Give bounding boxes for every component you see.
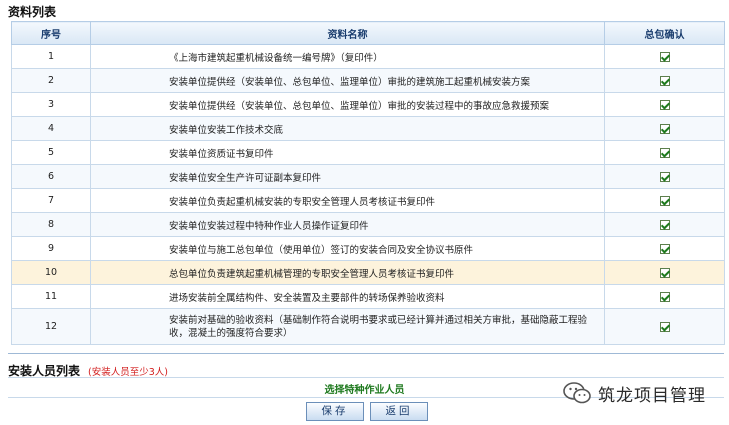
wechat-icon	[563, 382, 591, 404]
table-row: 8 安装单位安装过程中特种作业人员操作证复印件	[11, 212, 725, 237]
section-divider	[8, 353, 724, 354]
row-number: 3	[11, 92, 91, 117]
confirm-checkbox[interactable]	[659, 75, 670, 86]
document-name: 安装单位提供经（安装单位、总包单位、监理单位）审批的建筑施工起重机械安装方案	[90, 68, 605, 93]
table-row: 4 安装单位安装工作技术交底	[11, 116, 725, 141]
confirm-checkbox[interactable]	[659, 51, 670, 62]
documents-table: 序号 资料名称 总包确认 1 《上海市建筑起重机械设备统一编号牌》（复印件） 2…	[11, 21, 725, 345]
confirm-checkbox[interactable]	[659, 291, 670, 302]
table-row: 7 安装单位负责起重机械安装的专职安全管理人员考核证书复印件	[11, 188, 725, 213]
table-row: 5 安装单位资质证书复印件	[11, 140, 725, 165]
column-header-document-name: 资料名称	[90, 21, 605, 45]
column-header-contractor-confirm: 总包确认	[604, 21, 725, 45]
table-row: 9 安装单位与施工总包单位（使用单位）签订的安装合同及安全协议书原件	[11, 236, 725, 261]
document-name: 总包单位负责建筑起重机械管理的专职安全管理人员考核证书复印件	[90, 260, 605, 285]
document-name: 进场安装前全属结构件、安全装置及主要部件的转场保养验收资料	[90, 284, 605, 309]
table-row: 1 《上海市建筑起重机械设备统一编号牌》（复印件）	[11, 44, 725, 69]
installers-min-note: (安装人员至少3人)	[88, 367, 168, 378]
row-number: 7	[11, 188, 91, 213]
documents-section-title: 资料列表	[8, 5, 57, 19]
confirm-checkbox[interactable]	[659, 123, 670, 134]
document-name: 《上海市建筑起重机械设备统一编号牌》（复印件）	[90, 44, 605, 69]
row-number: 8	[11, 212, 91, 237]
row-number: 5	[11, 140, 91, 165]
row-number: 1	[11, 44, 91, 69]
confirm-checkbox[interactable]	[659, 321, 670, 332]
document-name: 安装前对基础的验收资料（基础制作符合说明书要求或已经计算并通过相关方审批，基础隐…	[90, 308, 605, 345]
back-button[interactable]: 返回	[370, 402, 428, 421]
document-name: 安装单位提供经（安装单位、总包单位、监理单位）审批的安装过程中的事故应急救援预案	[90, 92, 605, 117]
row-number: 11	[11, 284, 91, 309]
watermark: 筑龙项目管理	[562, 380, 706, 406]
save-button[interactable]: 保存	[306, 402, 364, 421]
confirm-checkbox[interactable]	[659, 243, 670, 254]
table-row: 6 安装单位安全生产许可证副本复印件	[11, 164, 725, 189]
document-name: 安装单位安装过程中特种作业人员操作证复印件	[90, 212, 605, 237]
confirm-checkbox[interactable]	[659, 99, 670, 110]
table-row-highlighted: 10 总包单位负责建筑起重机械管理的专职安全管理人员考核证书复印件	[11, 260, 725, 285]
row-number: 9	[11, 236, 91, 261]
document-name: 安装单位与施工总包单位（使用单位）签订的安装合同及安全协议书原件	[90, 236, 605, 261]
row-number: 2	[11, 68, 91, 93]
document-name: 安装单位资质证书复印件	[90, 140, 605, 165]
row-number: 12	[11, 308, 91, 345]
column-header-number: 序号	[11, 21, 91, 45]
table-row: 2 安装单位提供经（安装单位、总包单位、监理单位）审批的建筑施工起重机械安装方案	[11, 68, 725, 93]
confirm-checkbox[interactable]	[659, 195, 670, 206]
row-number: 4	[11, 116, 91, 141]
row-number: 10	[11, 260, 91, 285]
table-row: 12 安装前对基础的验收资料（基础制作符合说明书要求或已经计算并通过相关方审批，…	[11, 308, 725, 345]
confirm-checkbox[interactable]	[659, 219, 670, 230]
watermark-text: 筑龙项目管理	[598, 385, 706, 406]
confirm-checkbox[interactable]	[659, 267, 670, 278]
confirm-checkbox[interactable]	[659, 147, 670, 158]
table-header-row: 序号 资料名称 总包确认	[11, 21, 725, 45]
table-row: 3 安装单位提供经（安装单位、总包单位、监理单位）审批的安装过程中的事故应急救援…	[11, 92, 725, 117]
row-number: 6	[11, 164, 91, 189]
document-name: 安装单位安装工作技术交底	[90, 116, 605, 141]
document-name: 安装单位负责起重机械安装的专职安全管理人员考核证书复印件	[90, 188, 605, 213]
section-divider	[8, 377, 724, 378]
confirm-checkbox[interactable]	[659, 171, 670, 182]
document-name: 安装单位安全生产许可证副本复印件	[90, 164, 605, 189]
table-row: 11 进场安装前全属结构件、安全装置及主要部件的转场保养验收资料	[11, 284, 725, 309]
